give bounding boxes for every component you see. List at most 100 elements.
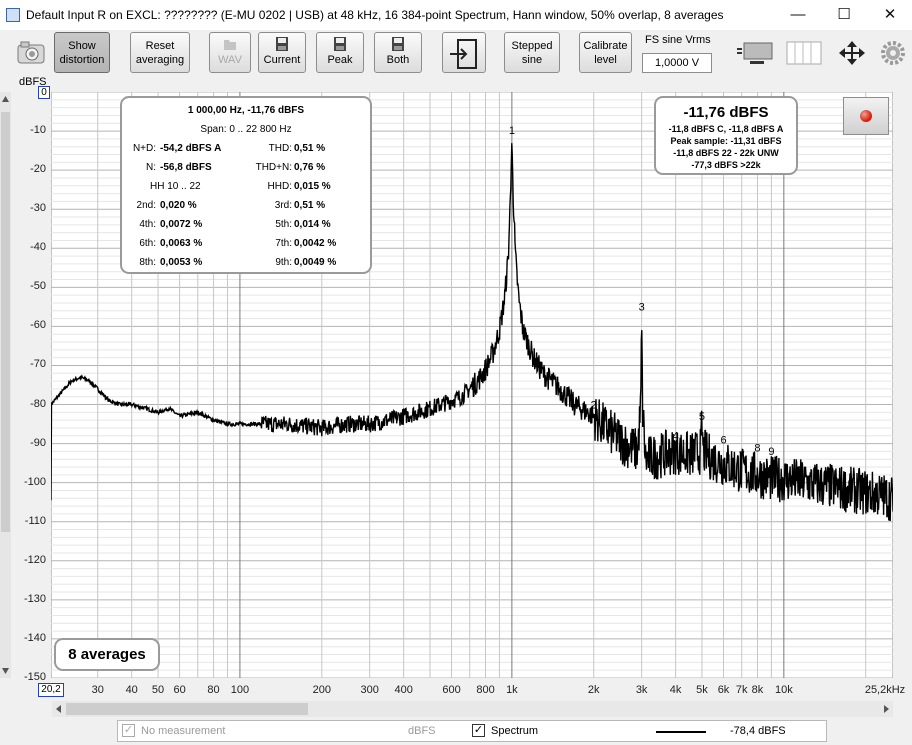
info-value: 0,0042 %: [294, 238, 337, 249]
record-button[interactable]: [843, 97, 889, 135]
stepped-sine-button[interactable]: Stepped sine: [504, 32, 560, 73]
x-tick-label: 800: [476, 684, 495, 696]
no-measurement-checkbox[interactable]: ✓: [122, 724, 135, 737]
close-button[interactable]: ✕: [867, 0, 912, 30]
y-tick-label: -90: [30, 436, 46, 449]
info-label: 7th:: [275, 238, 292, 249]
info-label: 6th:: [139, 238, 156, 249]
gear-icon[interactable]: [880, 40, 906, 66]
x-tick-label: 5k: [696, 684, 708, 696]
minimize-button[interactable]: —: [775, 0, 821, 30]
calibrate-level-button[interactable]: Calibrate level: [579, 32, 632, 73]
reset-averaging-button[interactable]: Reset averaging: [130, 32, 190, 73]
info-value: 0,0063 %: [160, 238, 203, 249]
info-label: N+D:: [132, 143, 156, 154]
y-tick-label: -50: [30, 280, 46, 293]
averages-box: 8 averages: [54, 638, 160, 671]
y-tick-label: -130: [23, 592, 46, 605]
current-label: Current: [263, 54, 301, 66]
fs-sine-label: FS sine Vrms: [645, 34, 711, 46]
fs-sine-input[interactable]: 1,0000 V: [642, 53, 712, 73]
y-top-value: 0: [41, 87, 47, 98]
maximize-button[interactable]: ☐: [821, 0, 867, 30]
x-tick-label: 80: [207, 684, 220, 696]
info-value: -56,8 dBFS: [160, 162, 212, 173]
y-top-box[interactable]: 0: [38, 86, 50, 99]
info-value: 0,015 %: [294, 181, 331, 192]
info-label: 2nd:: [136, 200, 156, 211]
disk-icon: [276, 37, 288, 51]
harmonic-marker-4: 4: [673, 431, 679, 443]
export-button[interactable]: [442, 32, 486, 73]
info-value: 0,0072 %: [160, 219, 203, 230]
camera-icon[interactable]: [16, 40, 46, 66]
x-tick-label: 3k: [635, 684, 648, 696]
level-line-2: Peak sample: -11,31 dBFS: [670, 136, 782, 146]
info-label: 9th:: [275, 257, 292, 268]
y-tick-label: -150: [23, 671, 46, 683]
harmonic-marker-6: 6: [720, 435, 726, 447]
info-label: HH 10 .. 22: [150, 181, 201, 192]
spectrum-checkbox[interactable]: ✓: [472, 724, 485, 737]
x-tick-label: 8k: [751, 684, 764, 696]
y-tick-label: -120: [23, 553, 46, 566]
disk-icon: [334, 37, 346, 51]
spectrum-level: -78,4 dBFS: [730, 725, 786, 737]
window-title: Default Input R on EXCL: ???????? (E-MU …: [26, 8, 724, 22]
peak-label: Peak: [327, 54, 353, 66]
info-value: 0,51 %: [294, 143, 326, 154]
both-button[interactable]: Both: [374, 32, 422, 73]
y-tick-label: -110: [24, 514, 46, 527]
peak-button[interactable]: Peak: [316, 32, 364, 73]
harmonic-marker-5: 5: [699, 411, 705, 423]
x-tick-label: 100: [230, 684, 250, 696]
level-line-4: -77,3 dBFS >22k: [691, 160, 761, 170]
legend-bar: ✓ No measurement dBFS ✓ Spectrum -78,4 d…: [117, 720, 827, 742]
x-tick-label: 1k: [506, 684, 518, 696]
harmonic-marker-7: 7: [739, 450, 745, 462]
y-tick-label: -30: [30, 202, 46, 215]
y-tick-label: -60: [30, 319, 46, 332]
spectrum-label: Spectrum: [491, 725, 539, 737]
x-left-value: 20,2: [41, 684, 61, 695]
x-tick-label: 7k: [735, 684, 748, 696]
harmonic-marker-3: 3: [639, 302, 645, 314]
level-line-1: -11,8 dBFS C, -11,8 dBFS A: [668, 124, 784, 134]
x-tick-label: 300: [360, 684, 379, 696]
export-icon: [450, 39, 477, 69]
x-tick-label: 200: [312, 684, 331, 696]
info-value: 0,014 %: [294, 219, 331, 230]
app-icon: [6, 8, 20, 22]
wav-button[interactable]: WAV: [209, 32, 251, 73]
span-readout: Span: 0 .. 22 800 Hz: [200, 124, 292, 135]
stepped-sine-label: Stepped sine: [511, 40, 553, 66]
y-tick-label: -100: [23, 475, 46, 488]
title-bar: Default Input R on EXCL: ???????? (E-MU …: [0, 0, 912, 30]
disk-icon: [392, 37, 404, 51]
no-measurement-unit: dBFS: [408, 725, 436, 737]
info-label: N:: [146, 162, 156, 173]
layout-icon[interactable]: [736, 40, 776, 66]
both-label: Both: [386, 54, 410, 66]
spectrum-line-sample: [656, 731, 706, 733]
horizontal-scrollbar[interactable]: [52, 701, 893, 717]
y-tick-label: -10: [30, 124, 46, 137]
vertical-scrollbar[interactable]: [0, 92, 11, 678]
y-tick-label: -80: [30, 397, 46, 410]
move-icon[interactable]: [834, 40, 870, 66]
x-tick-label: 25,2kHz: [864, 684, 906, 696]
grid-icon[interactable]: [786, 40, 822, 66]
info-label: 4th:: [139, 219, 156, 230]
y-tick-label: -140: [23, 631, 46, 644]
scrollbar-thumb[interactable]: [66, 703, 308, 715]
folder-icon: [224, 40, 236, 50]
show-distortion-button[interactable]: Show distortion: [54, 32, 110, 73]
info-value: 0,020 %: [160, 200, 197, 211]
current-button[interactable]: Current: [258, 32, 306, 73]
info-label: 5th:: [275, 219, 292, 230]
x-left-box[interactable]: 20,2: [38, 683, 64, 697]
harmonic-marker-9: 9: [768, 446, 774, 458]
info-value: 0,0053 %: [160, 257, 203, 268]
y-tick-label: -20: [30, 163, 46, 176]
reset-averaging-label: Reset averaging: [135, 40, 185, 66]
